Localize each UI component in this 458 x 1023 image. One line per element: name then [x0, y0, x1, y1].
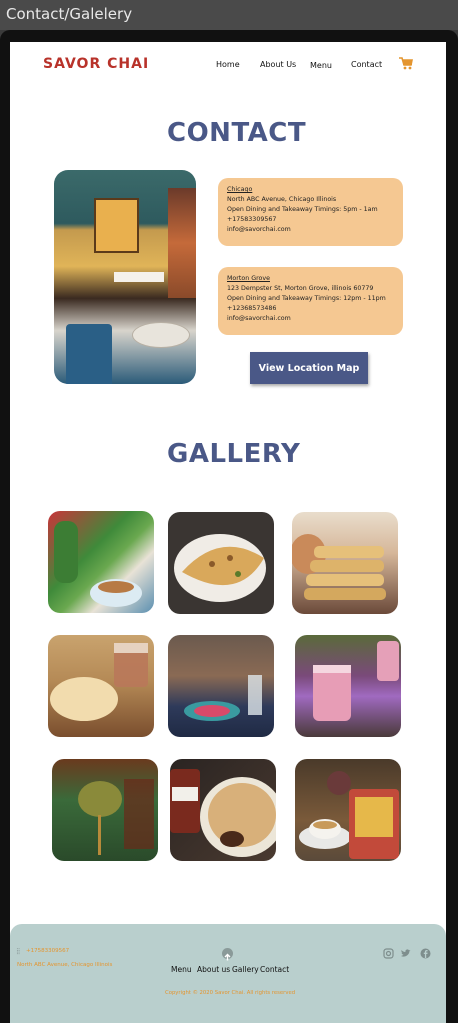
- location-card-morton-grove: Morton Grove 123 Dempster St, Morton Gro…: [218, 267, 403, 335]
- photo-detail: [132, 322, 190, 348]
- twitter-icon[interactable]: [400, 948, 411, 959]
- location-address: North ABC Avenue, Chicago Illinois: [227, 196, 337, 203]
- nav-menu-link[interactable]: Menu: [310, 61, 332, 70]
- photo-detail: [94, 198, 139, 253]
- photo-detail: [66, 324, 112, 384]
- site-logo[interactable]: SAVOR CHAI: [43, 56, 149, 72]
- footer-address: North ABC Avenue, Chicago Illinois: [17, 962, 113, 968]
- gallery-photo-cactus-chai[interactable]: [48, 511, 154, 613]
- gallery-photo-art: [313, 641, 399, 721]
- gallery-photo-paratha-plate[interactable]: [168, 512, 274, 614]
- facebook-icon[interactable]: [420, 948, 431, 959]
- site-footer: ⣿ +17583309567 North ABC Avenue, Chicago…: [10, 924, 446, 1023]
- gallery-photo-art: [184, 675, 262, 721]
- location-phone: +17583309567: [227, 216, 277, 223]
- gallery-photo-chai-flatbread[interactable]: [48, 635, 154, 737]
- footer-gallery-link[interactable]: Gallery: [232, 965, 259, 974]
- gallery-photo-nutella-paratha[interactable]: [170, 759, 276, 861]
- gallery-photo-pouring-tea[interactable]: [52, 759, 158, 861]
- footer-about-link[interactable]: About us: [197, 965, 230, 974]
- gallery-photo-art: [170, 769, 276, 857]
- window-titlebar: Contact/Galelery: [0, 0, 458, 30]
- nav-about-link[interactable]: About Us: [260, 60, 296, 69]
- photo-detail: [168, 188, 196, 298]
- gallery-photo-stacked-parathas[interactable]: [292, 512, 398, 614]
- gallery-photo-art: [54, 521, 142, 607]
- location-timings: Open Dining and Takeaway Timings: 12pm -…: [227, 295, 386, 302]
- location-card-chicago: Chicago North ABC Avenue, Chicago Illino…: [218, 178, 403, 246]
- location-address: 123 Dempster St, Morton Grove, illinois …: [227, 285, 374, 292]
- footer-contact-link[interactable]: Contact: [260, 965, 289, 974]
- gallery-photo-art: [292, 534, 386, 600]
- location-timings: Open Dining and Takeaway Timings: 5pm - …: [227, 206, 378, 213]
- gallery-title: GALLERY: [167, 439, 301, 469]
- logo-text: SAVOR CHAI: [43, 56, 150, 72]
- scroll-top-icon[interactable]: [222, 948, 233, 961]
- instagram-icon[interactable]: [383, 948, 394, 959]
- location-email: info@savorchai.com: [227, 226, 291, 233]
- gallery-photo-art: [299, 771, 399, 859]
- location-email: info@savorchai.com: [227, 315, 291, 322]
- grid-icon: ⣿: [16, 948, 21, 955]
- footer-copyright: Copyright © 2020 Savor Chai. All rights …: [165, 990, 296, 996]
- window-title: Contact/Galelery: [6, 5, 133, 23]
- gallery-photo-dining-table[interactable]: [168, 635, 274, 737]
- gallery-photo-art: [78, 779, 154, 855]
- footer-menu-link[interactable]: Menu: [171, 965, 192, 974]
- gallery-photo-art: [50, 643, 148, 721]
- location-name[interactable]: Morton Grove: [227, 274, 394, 284]
- contact-title: CONTACT: [167, 118, 307, 148]
- footer-phone[interactable]: +17583309567: [26, 948, 69, 954]
- nav-home-link[interactable]: Home: [216, 60, 240, 69]
- restaurant-interior-photo: [54, 170, 196, 384]
- gallery-photo-teapot-cups[interactable]: [295, 759, 401, 861]
- view-location-map-button[interactable]: View Location Map: [250, 352, 368, 384]
- web-page: SAVOR CHAI Home About Us Menu Contact CO…: [10, 42, 446, 1023]
- gallery-photo-art: [174, 534, 266, 602]
- photo-detail: [114, 272, 164, 282]
- cart-icon[interactable]: [399, 57, 413, 70]
- location-name[interactable]: Chicago: [227, 185, 394, 195]
- location-phone: +12368573486: [227, 305, 277, 312]
- gallery-photo-pink-chai[interactable]: [295, 635, 401, 737]
- arrow-up-icon: [224, 953, 231, 961]
- nav-contact-link[interactable]: Contact: [351, 60, 382, 69]
